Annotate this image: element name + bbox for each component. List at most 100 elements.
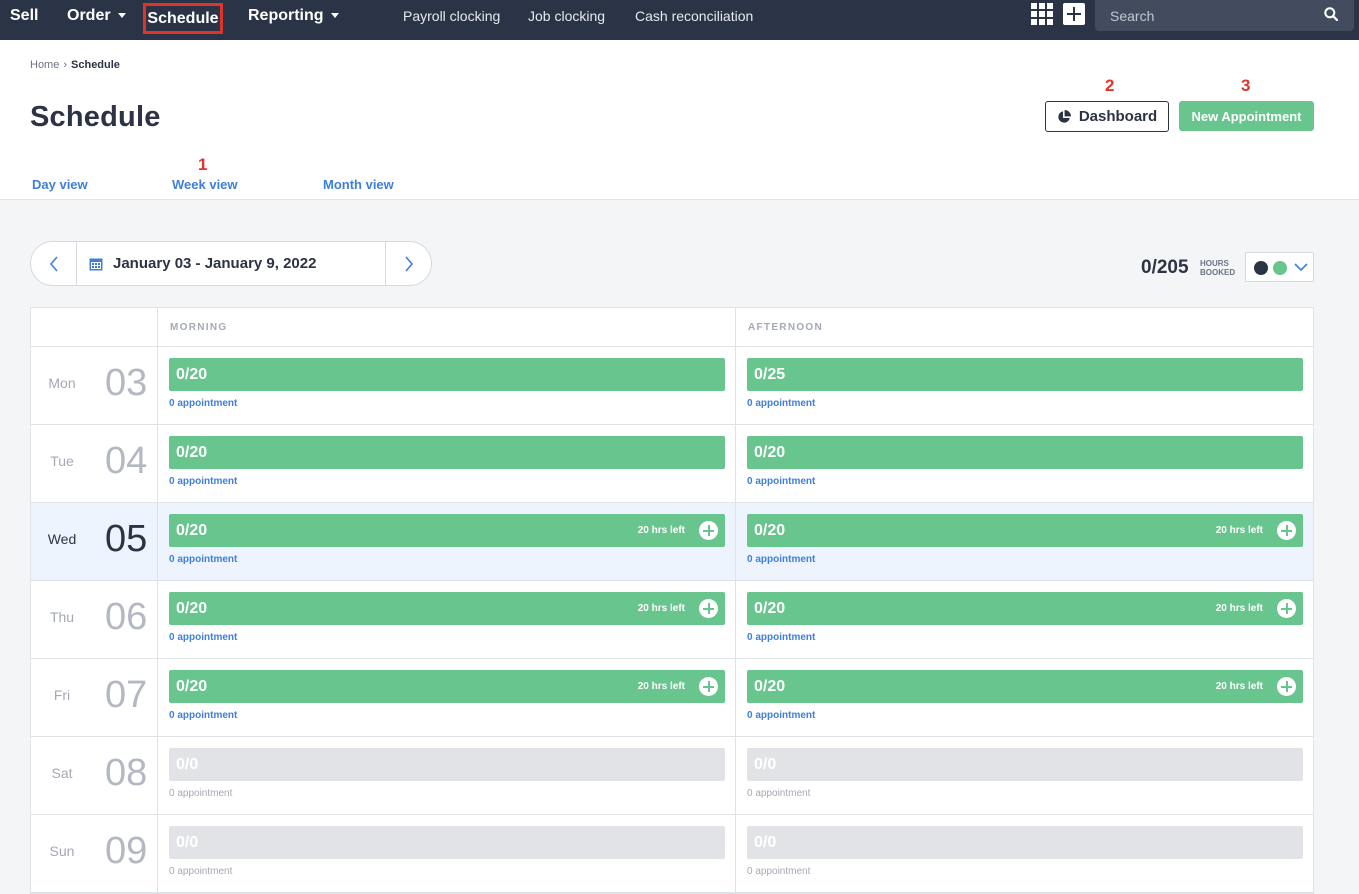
- chevron-right-icon: [404, 255, 413, 272]
- hours-left: 20 hrs left: [637, 603, 685, 614]
- hours-left: 20 hrs left: [1215, 681, 1263, 692]
- appointment-link[interactable]: 0 appointment: [747, 554, 815, 565]
- nav-order-label: Order: [67, 7, 111, 24]
- caret-down-icon: [117, 13, 126, 19]
- day-number: 03: [105, 362, 148, 404]
- nav-reporting[interactable]: Reporting: [248, 0, 339, 32]
- slot-count: 0/20: [176, 522, 208, 539]
- day-row: Sat 08 0/0 0 appointment 0/0 0 appointme…: [31, 737, 1313, 815]
- breadcrumb: Home › Schedule: [30, 59, 120, 71]
- date-range-navigator: January 03 - January 9, 2022: [30, 241, 432, 286]
- appointment-link[interactable]: 0 appointment: [747, 632, 815, 643]
- appointment-link[interactable]: 0 appointment: [747, 398, 815, 409]
- date-range-label: January 03 - January 9, 2022: [113, 255, 317, 272]
- dark-dot-icon: [1254, 261, 1268, 275]
- afternoon-slot[interactable]: 0/20 20 hrs left: [747, 592, 1303, 625]
- add-appointment-icon[interactable]: [699, 521, 718, 540]
- hours-booked-label: HOURS BOOKED: [1200, 259, 1235, 277]
- afternoon-slot[interactable]: 0/25: [747, 358, 1303, 391]
- nav-order[interactable]: Order: [67, 0, 126, 32]
- add-appointment-icon[interactable]: [699, 677, 718, 696]
- appointment-link[interactable]: 0 appointment: [169, 710, 237, 721]
- day-name: Mon: [48, 375, 76, 391]
- day-name: Tue: [50, 453, 74, 469]
- morning-slot[interactable]: 0/20: [169, 358, 725, 391]
- appointment-label: 0 appointment: [169, 788, 233, 799]
- day-name: Thu: [49, 609, 75, 625]
- morning-slot-closed: 0/0: [169, 826, 725, 859]
- search-box: [1095, 0, 1354, 31]
- hours-booked-total: 0/205: [1141, 257, 1189, 278]
- afternoon-slot-closed: 0/0: [747, 748, 1303, 781]
- slot-count: 0/0: [754, 834, 777, 851]
- slot-count: 0/0: [754, 756, 777, 773]
- morning-slot[interactable]: 0/20 20 hrs left: [169, 670, 725, 703]
- dashboard-button[interactable]: Dashboard: [1045, 101, 1169, 132]
- column-divider: [735, 308, 736, 893]
- day-name: Sat: [51, 765, 73, 781]
- day-number: 04: [105, 440, 148, 482]
- column-divider: [157, 308, 158, 893]
- add-appointment-icon[interactable]: [1277, 677, 1296, 696]
- day-number: 06: [105, 596, 148, 638]
- annotation-marker-3: 3: [1241, 76, 1251, 95]
- hours-label-bottom: BOOKED: [1200, 268, 1236, 277]
- top-nav: Sell Order Schedule Reporting Payroll cl…: [0, 0, 1359, 40]
- day-row: Fri 07 0/20 20 hrs left 0 appointment 0/…: [31, 659, 1313, 737]
- slot-count: 0/20: [176, 444, 208, 461]
- color-filter-dropdown[interactable]: [1245, 252, 1314, 282]
- slot-count: 0/20: [754, 444, 786, 461]
- search-icon[interactable]: [1324, 7, 1338, 21]
- slot-count: 0/20: [754, 600, 786, 617]
- day-row: Thu 06 0/20 20 hrs left 0 appointment 0/…: [31, 581, 1313, 659]
- dashboard-button-label: Dashboard: [1078, 108, 1158, 125]
- nav-cash-reconciliation[interactable]: Cash reconciliation: [635, 0, 753, 32]
- apps-grid-icon[interactable]: [1031, 3, 1053, 25]
- appointment-link[interactable]: 0 appointment: [169, 632, 237, 643]
- slot-count: 0/20: [176, 600, 208, 617]
- morning-slot[interactable]: 0/20: [169, 436, 725, 469]
- page-title: Schedule: [30, 101, 161, 133]
- chevron-left-icon: [49, 255, 58, 272]
- new-appointment-button[interactable]: New Appointment: [1179, 101, 1314, 131]
- nav-schedule[interactable]: Schedule: [143, 3, 223, 34]
- appointment-link[interactable]: 0 appointment: [169, 554, 237, 565]
- tab-day-view[interactable]: Day view: [32, 177, 88, 192]
- slot-count: 0/20: [176, 678, 208, 695]
- add-appointment-icon[interactable]: [699, 599, 718, 618]
- slot-count: 0/20: [754, 678, 786, 695]
- afternoon-slot[interactable]: 0/20 20 hrs left: [747, 514, 1303, 547]
- annotation-marker-2: 2: [1105, 76, 1115, 95]
- date-range-picker[interactable]: January 03 - January 9, 2022: [89, 242, 316, 285]
- appointment-link[interactable]: 0 appointment: [747, 476, 815, 487]
- breadcrumb-home[interactable]: Home: [30, 59, 59, 71]
- afternoon-slot[interactable]: 0/20 20 hrs left: [747, 670, 1303, 703]
- morning-slot-closed: 0/0: [169, 748, 725, 781]
- previous-week-button[interactable]: [31, 242, 77, 285]
- add-icon[interactable]: [1063, 3, 1085, 25]
- morning-slot[interactable]: 0/20 20 hrs left: [169, 514, 725, 547]
- nav-sell[interactable]: Sell: [10, 0, 38, 32]
- appointment-link[interactable]: 0 appointment: [169, 476, 237, 487]
- morning-slot[interactable]: 0/20 20 hrs left: [169, 592, 725, 625]
- afternoon-slot[interactable]: 0/20: [747, 436, 1303, 469]
- column-header-afternoon: AFTERNOON: [748, 322, 824, 333]
- slot-count: 0/25: [754, 366, 786, 383]
- search-input[interactable]: [1095, 0, 1315, 31]
- next-week-button[interactable]: [385, 242, 431, 285]
- appointment-link[interactable]: 0 appointment: [169, 398, 237, 409]
- appointment-label: 0 appointment: [747, 866, 811, 877]
- slot-count: 0/0: [176, 756, 199, 773]
- annotation-marker-1: 1: [198, 155, 208, 174]
- day-number: 09: [105, 830, 148, 872]
- appointment-label: 0 appointment: [747, 788, 811, 799]
- calendar-icon: [89, 258, 103, 270]
- nav-payroll-clocking[interactable]: Payroll clocking: [403, 0, 500, 32]
- caret-down-icon: [330, 13, 339, 19]
- add-appointment-icon[interactable]: [1277, 521, 1296, 540]
- add-appointment-icon[interactable]: [1277, 599, 1296, 618]
- breadcrumb-current: Schedule: [71, 59, 120, 71]
- appointment-link[interactable]: 0 appointment: [747, 710, 815, 721]
- tab-month-view[interactable]: Month view: [323, 177, 394, 192]
- nav-job-clocking[interactable]: Job clocking: [528, 0, 605, 32]
